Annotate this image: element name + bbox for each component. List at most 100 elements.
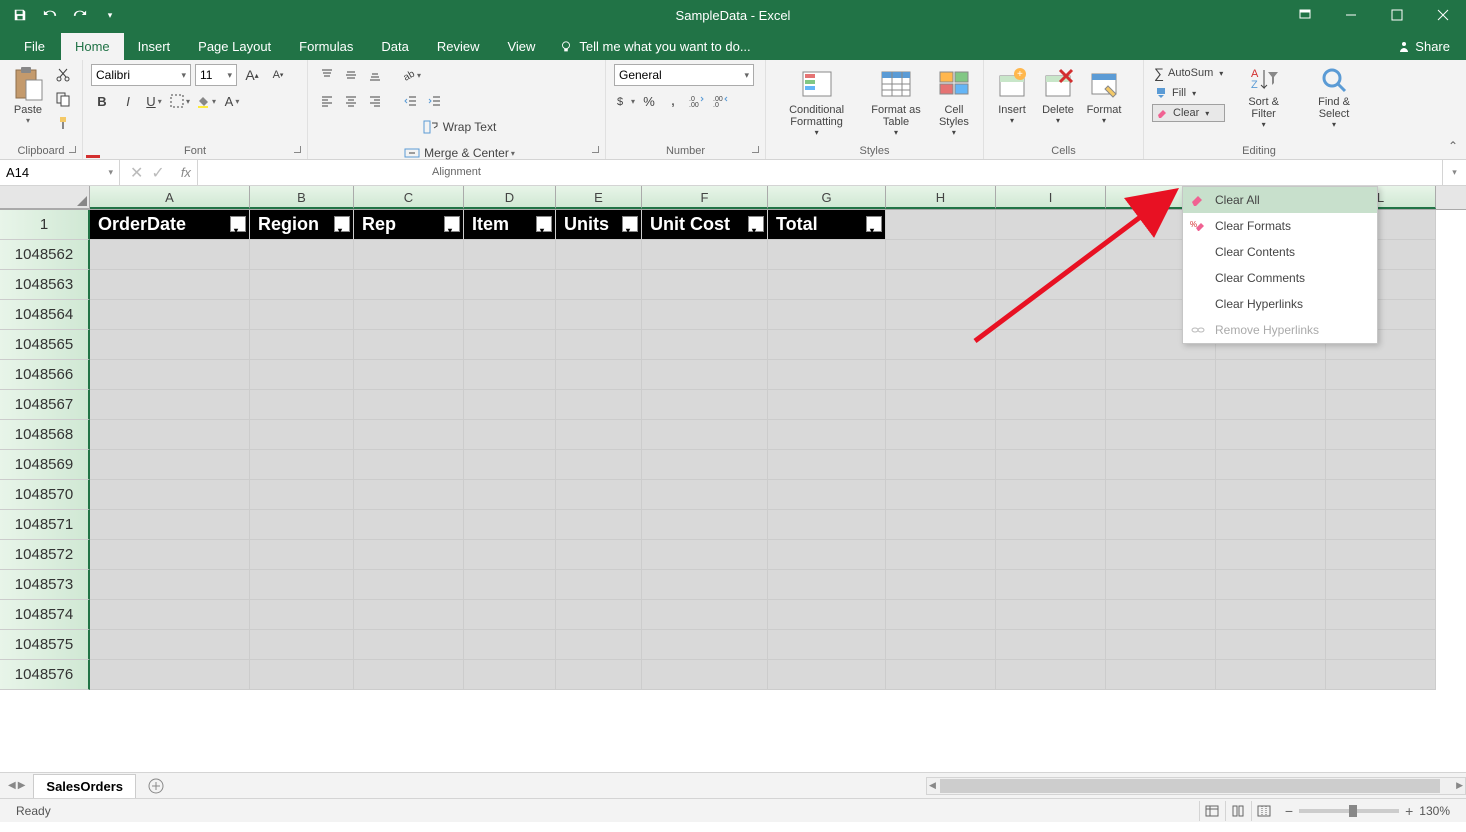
cell[interactable] (1326, 570, 1436, 600)
cell[interactable] (556, 540, 642, 570)
borders-button[interactable] (169, 90, 191, 112)
cell[interactable] (556, 240, 642, 270)
tell-me-search[interactable]: Tell me what you want to do... (549, 33, 760, 60)
clear-button[interactable]: Clear▾ (1152, 104, 1225, 122)
format-painter-button[interactable] (52, 112, 74, 134)
cell[interactable] (90, 510, 250, 540)
row-header[interactable]: 1048568 (0, 420, 90, 450)
cell[interactable] (1326, 660, 1436, 690)
format-cells-button[interactable]: Format▾ (1084, 64, 1124, 143)
cell[interactable] (556, 600, 642, 630)
font-dialog-launcher[interactable] (289, 141, 303, 155)
decrease-font-button[interactable]: A▾ (267, 64, 289, 86)
cell[interactable] (642, 360, 768, 390)
header-item[interactable]: Item (464, 210, 556, 240)
cell[interactable] (250, 510, 354, 540)
cell[interactable] (464, 540, 556, 570)
fill-button[interactable]: Fill▾ (1152, 85, 1225, 101)
cell[interactable] (464, 390, 556, 420)
insert-cells-button[interactable]: + Insert▾ (992, 64, 1032, 143)
col-header-a[interactable]: A (90, 186, 250, 209)
cell[interactable] (642, 480, 768, 510)
cell[interactable] (464, 660, 556, 690)
cell[interactable] (996, 630, 1106, 660)
cell[interactable] (1216, 450, 1326, 480)
filter-button[interactable] (622, 216, 638, 232)
cell[interactable] (996, 540, 1106, 570)
cell[interactable] (250, 390, 354, 420)
row-header[interactable]: 1048563 (0, 270, 90, 300)
cell[interactable] (768, 300, 886, 330)
cell[interactable] (354, 630, 464, 660)
row-header[interactable]: 1048562 (0, 240, 90, 270)
cell[interactable] (250, 600, 354, 630)
cell[interactable] (1326, 420, 1436, 450)
cell[interactable] (250, 360, 354, 390)
cell[interactable] (768, 330, 886, 360)
cell[interactable] (354, 450, 464, 480)
cell[interactable] (464, 480, 556, 510)
cell[interactable] (642, 630, 768, 660)
cell[interactable] (642, 300, 768, 330)
cell[interactable] (354, 600, 464, 630)
collapse-ribbon-button[interactable]: ⌃ (1448, 139, 1458, 153)
row-header[interactable]: 1048571 (0, 510, 90, 540)
col-header-f[interactable]: F (642, 186, 768, 209)
cell[interactable] (768, 540, 886, 570)
align-top-button[interactable] (316, 64, 338, 86)
share-button[interactable]: Share (1381, 33, 1466, 60)
minimize-button[interactable] (1328, 0, 1374, 30)
row-header[interactable]: 1048565 (0, 330, 90, 360)
redo-button[interactable] (66, 2, 94, 28)
cell[interactable] (886, 420, 996, 450)
zoom-level[interactable]: 130% (1419, 804, 1450, 818)
fill-color-button[interactable] (195, 90, 217, 112)
cell[interactable] (642, 450, 768, 480)
decrease-indent-button[interactable] (400, 90, 422, 112)
cell[interactable] (886, 540, 996, 570)
tab-review[interactable]: Review (423, 33, 494, 60)
menu-clear-comments[interactable]: Clear Comments (1183, 265, 1377, 291)
cell[interactable] (90, 270, 250, 300)
header-units[interactable]: Units (556, 210, 642, 240)
col-header-c[interactable]: C (354, 186, 464, 209)
cell[interactable] (642, 240, 768, 270)
cell[interactable] (886, 360, 996, 390)
cell[interactable] (768, 480, 886, 510)
cell[interactable] (90, 660, 250, 690)
autosum-button[interactable]: ∑AutoSum▾ (1152, 64, 1225, 82)
cell[interactable] (556, 390, 642, 420)
comma-format-button[interactable]: , (662, 90, 684, 112)
filter-button[interactable] (444, 216, 460, 232)
cell[interactable] (556, 630, 642, 660)
cell[interactable] (1106, 480, 1216, 510)
qat-customize-button[interactable]: ▾ (96, 2, 124, 28)
cell[interactable] (90, 480, 250, 510)
view-normal-button[interactable] (1199, 801, 1225, 821)
col-header-g[interactable]: G (768, 186, 886, 209)
cell[interactable] (250, 540, 354, 570)
maximize-button[interactable] (1374, 0, 1420, 30)
cell[interactable] (464, 600, 556, 630)
horizontal-scrollbar[interactable]: ◀▶ (926, 777, 1466, 795)
align-center-button[interactable] (340, 90, 362, 112)
tab-navigation[interactable]: ◀▶ (0, 780, 33, 791)
number-dialog-launcher[interactable] (747, 141, 761, 155)
clipboard-dialog-launcher[interactable] (64, 141, 78, 155)
cell[interactable] (250, 270, 354, 300)
cell[interactable] (90, 540, 250, 570)
filter-button[interactable] (536, 216, 552, 232)
cell[interactable] (354, 330, 464, 360)
filter-button[interactable] (866, 216, 882, 232)
cell[interactable] (1106, 390, 1216, 420)
cell[interactable] (1326, 360, 1436, 390)
cancel-formula-button[interactable]: ✕ (130, 163, 143, 183)
cell[interactable] (1216, 660, 1326, 690)
cell[interactable] (90, 360, 250, 390)
cell[interactable] (768, 240, 886, 270)
cell[interactable] (1326, 510, 1436, 540)
tab-data[interactable]: Data (367, 33, 422, 60)
cell[interactable] (768, 630, 886, 660)
col-header-i[interactable]: I (996, 186, 1106, 209)
cell[interactable] (768, 600, 886, 630)
